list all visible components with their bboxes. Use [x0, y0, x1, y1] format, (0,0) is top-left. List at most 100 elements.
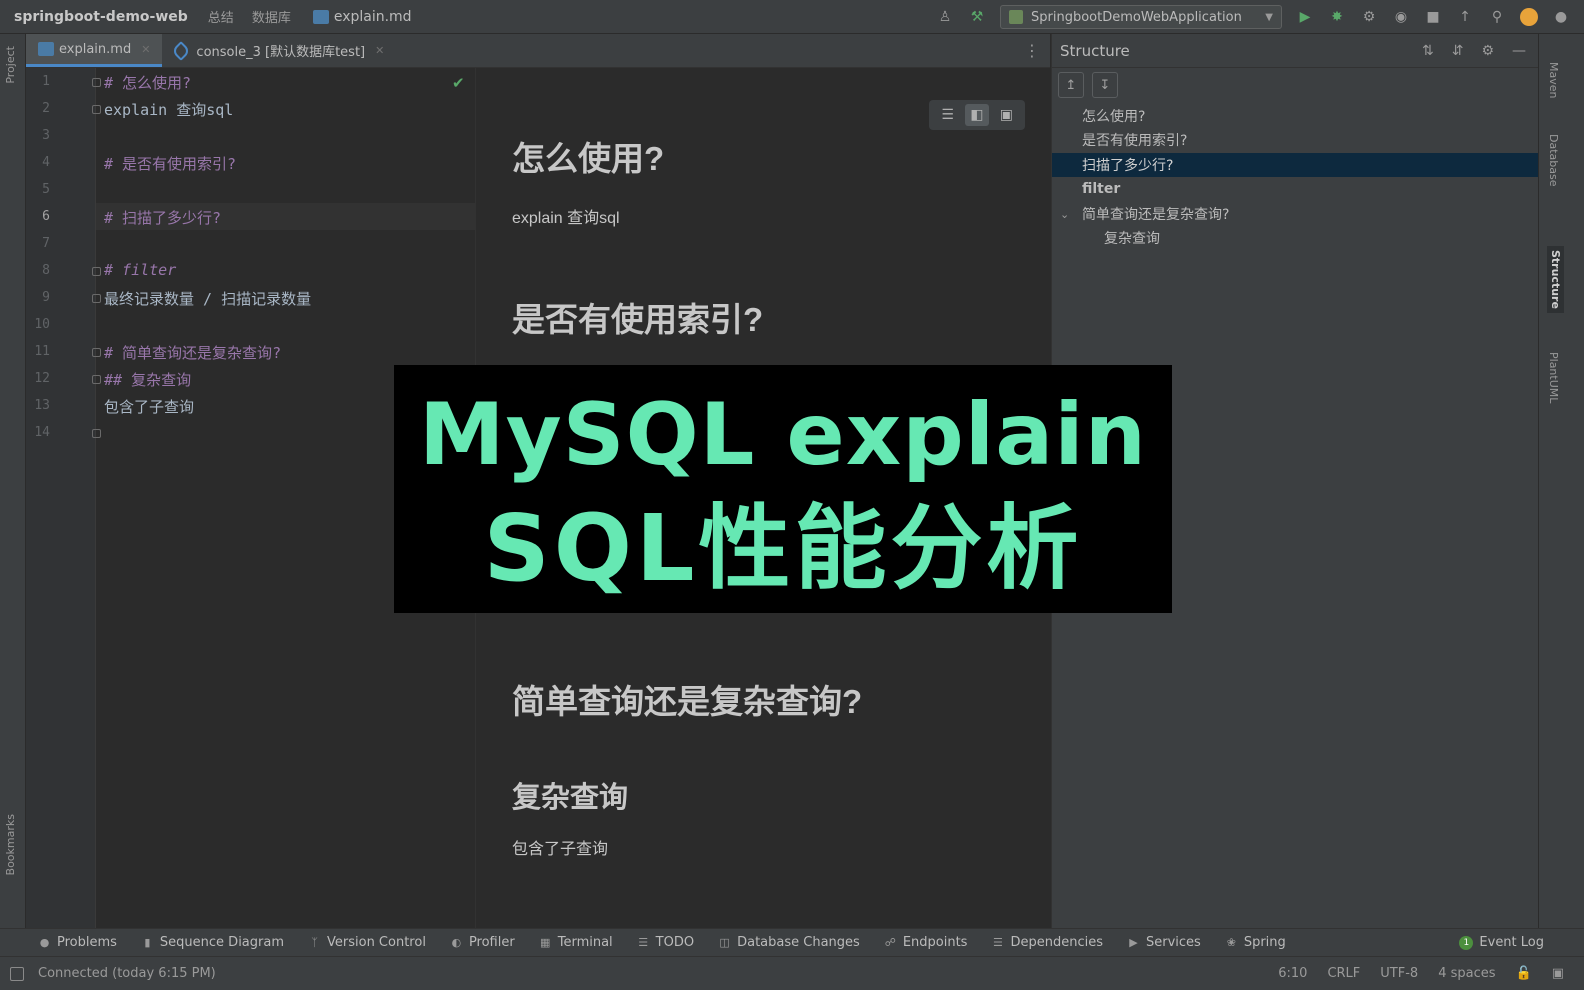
vcs-update-icon[interactable]: ↑ [1456, 8, 1474, 26]
event-log-tool-button[interactable]: 1 Event Log [1459, 935, 1544, 950]
structure-title: Structure [1060, 41, 1130, 60]
services-tool-button[interactable]: ▶ Services [1127, 935, 1201, 950]
fold-marker-icon[interactable] [92, 348, 101, 357]
inspection-ok-icon[interactable]: ✔ [452, 74, 465, 92]
fold-marker-icon[interactable] [92, 294, 101, 303]
maven-tool-button[interactable]: Maven [1547, 62, 1560, 98]
chevron-down-icon: ▼ [1265, 11, 1273, 23]
profile-icon[interactable]: ◉ [1392, 8, 1410, 26]
project-name[interactable]: springboot-demo-web [14, 9, 188, 25]
fold-marker-icon[interactable] [92, 105, 101, 114]
indent-setting[interactable]: 4 spaces [1438, 966, 1495, 981]
debug-icon[interactable]: ✸ [1328, 8, 1346, 26]
coverage-icon[interactable]: ⚙ [1360, 8, 1378, 26]
spring-tool-button[interactable]: ❀ Spring [1225, 935, 1286, 950]
spring-boot-icon [1009, 10, 1023, 24]
problems-icon: ● [39, 936, 50, 949]
structure-item[interactable]: filter [1052, 177, 1539, 201]
breadcrumb-folder-1[interactable]: 总结 [208, 7, 234, 26]
preview-paragraph: 包含了子查询 [512, 841, 609, 858]
tab-console[interactable]: console_3 [默认数据库test] ✕ [162, 34, 396, 67]
structure-header: Structure ⇅ ⇵ ⚙ — [1052, 34, 1538, 68]
collapse-all-icon[interactable]: ⇵ [1452, 43, 1464, 59]
line-number: 13 [34, 398, 50, 413]
status-bar: Connected (today 6:15 PM) 6:10 CRLF UTF-… [0, 956, 1584, 990]
database-icon: ◫ [719, 936, 730, 949]
preview-only-icon[interactable]: ▣ [994, 104, 1018, 126]
run-configuration-select[interactable]: SpringbootDemoWebApplication ▼ [1000, 5, 1282, 29]
editor-tab-bar: explain.md ✕ console_3 [默认数据库test] ✕ ⋮ [26, 34, 1050, 68]
endpoints-tool-button[interactable]: ☍ Endpoints [884, 935, 968, 950]
terminal-tool-button[interactable]: ▦ Terminal [539, 935, 613, 950]
more-options-icon[interactable]: ⋮ [1024, 34, 1040, 67]
editor-only-icon[interactable]: ☰ [936, 104, 960, 126]
line-number: 2 [42, 101, 50, 116]
event-count-badge: 1 [1459, 935, 1474, 950]
bookmarks-tool-button[interactable]: Bookmarks [4, 814, 17, 875]
tool-windows-toggle-icon[interactable] [10, 967, 24, 981]
user-icon[interactable]: ♙ [936, 8, 954, 26]
problems-label: Problems [57, 935, 117, 950]
structure-item[interactable]: 是否有使用索引? [1052, 128, 1539, 152]
database-tool-button[interactable]: Database [1547, 134, 1560, 187]
editor-and-preview-icon[interactable]: ◧ [964, 104, 989, 126]
profiler-tool-button[interactable]: ◐ Profiler [450, 935, 515, 950]
structure-item[interactable]: ⌄ 简单查询还是复杂查询? [1052, 202, 1539, 226]
line-number: 14 [34, 425, 50, 440]
structure-item-selected[interactable]: 扫描了多少行? [1052, 153, 1539, 177]
fold-marker-icon[interactable] [92, 78, 101, 87]
structure-item[interactable]: 怎么使用? [1052, 104, 1539, 128]
chevron-down-icon[interactable]: ⌄ [1060, 208, 1069, 221]
todo-tool-button[interactable]: ☰ TODO [637, 935, 694, 950]
tab-explain-md[interactable]: explain.md ✕ [26, 34, 163, 67]
line-number: 3 [42, 128, 50, 143]
list-icon: ☰ [638, 936, 649, 949]
fold-marker-icon[interactable] [92, 267, 101, 276]
toolbar-right: ♙ ⚒ SpringbootDemoWebApplication ▼ ▶ ✸ ⚙… [936, 0, 1570, 34]
file-encoding[interactable]: UTF-8 [1380, 966, 1418, 981]
preview-layout-toolbar: ☰ ◧ ▣ [929, 100, 1025, 130]
navigate-from-source-icon[interactable]: ↥ [1058, 72, 1084, 98]
run-icon[interactable]: ▶ [1296, 8, 1314, 26]
version-control-tool-button[interactable]: ᛉ Version Control [308, 935, 426, 950]
caret-position[interactable]: 6:10 [1278, 966, 1307, 981]
ide-update-icon[interactable] [1520, 8, 1538, 26]
dependencies-tool-button[interactable]: ☰ Dependencies [991, 935, 1103, 950]
plantuml-tool-button[interactable]: PlantUML [1547, 352, 1560, 403]
preview-heading: 怎么使用? [512, 140, 665, 177]
status-message: Connected (today 6:15 PM) [38, 966, 216, 981]
expand-all-icon[interactable]: ⇅ [1422, 43, 1434, 59]
stop-icon[interactable]: ■ [1424, 8, 1442, 26]
close-icon[interactable]: ✕ [375, 44, 384, 57]
lock-icon[interactable]: 🔓 [1516, 966, 1532, 981]
database-changes-tool-button[interactable]: ◫ Database Changes [718, 935, 859, 950]
preview-subheading: 复杂查询 [512, 782, 629, 814]
project-tool-button[interactable]: Project [4, 46, 17, 84]
sequence-diagram-tool-button[interactable]: ▮ Sequence Diagram [141, 935, 284, 950]
close-icon[interactable]: ✕ [141, 43, 150, 56]
structure-item-label: filter [1082, 181, 1121, 197]
structure-header-actions: ⇅ ⇵ ⚙ — [1422, 43, 1526, 59]
fold-marker-icon[interactable] [92, 375, 101, 384]
navigate-to-source-icon[interactable]: ↧ [1092, 72, 1118, 98]
build-hammer-icon[interactable]: ⚒ [968, 8, 986, 26]
services-icon: ▶ [1129, 936, 1138, 949]
line-number: 12 [34, 371, 50, 386]
structure-item-label: 怎么使用? [1082, 109, 1146, 125]
fold-marker-icon[interactable] [92, 429, 101, 438]
problems-tool-button[interactable]: ● Problems [38, 935, 117, 950]
breadcrumb-folder-2[interactable]: 数据库 [252, 7, 291, 26]
minimize-icon[interactable]: — [1512, 43, 1526, 59]
search-icon[interactable]: ⚲ [1488, 8, 1506, 26]
line-separator[interactable]: CRLF [1327, 966, 1360, 981]
gear-icon[interactable]: ⚙ [1481, 43, 1494, 59]
structure-item-child[interactable]: 复杂查询 [1052, 226, 1539, 250]
endpoints-icon: ☍ [884, 936, 896, 949]
structure-tool-button[interactable]: Structure [1547, 246, 1564, 313]
memory-indicator-icon[interactable]: ▣ [1552, 966, 1564, 981]
code-with-me-icon[interactable]: ● [1552, 8, 1570, 26]
breadcrumb-file[interactable]: explain.md [312, 9, 412, 25]
console-icon [171, 40, 192, 61]
line-number-current: 6 [42, 209, 50, 224]
sequence-diagram-icon: ▮ [144, 936, 151, 949]
